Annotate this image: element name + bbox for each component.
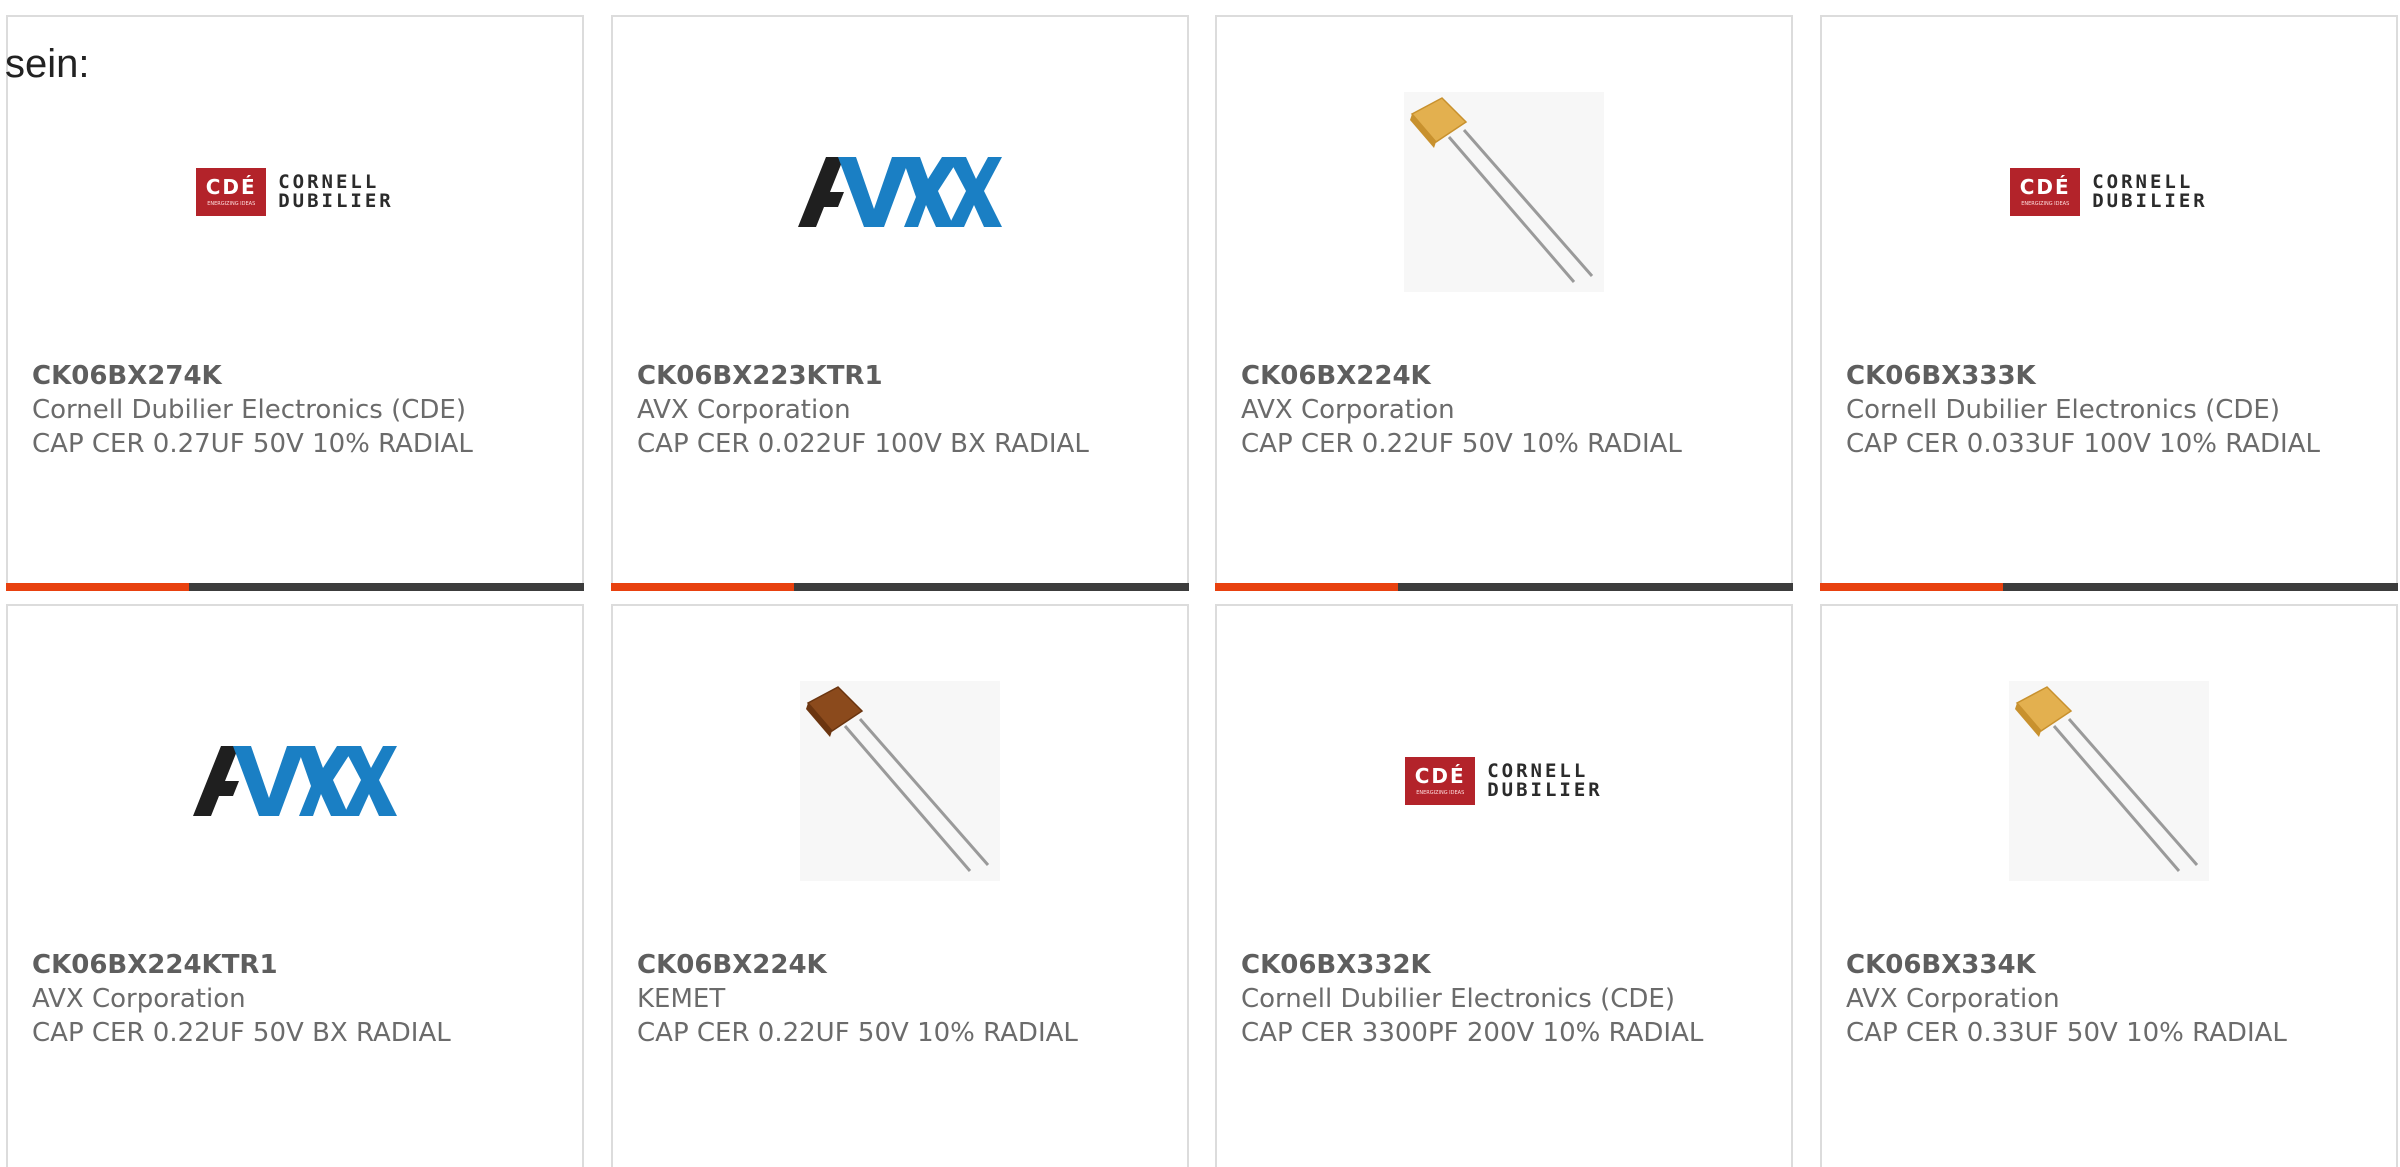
- cde-logo-tagline: ENERGIZING IDEAS: [2021, 201, 2070, 207]
- intro-text: sein:: [5, 42, 90, 86]
- card-hover-bar: [6, 583, 584, 591]
- manufacturer-name: AVX Corporation: [1846, 984, 2060, 1014]
- cde-logo-line2: DUBILIER: [278, 190, 394, 212]
- cde-logo-tagline: ENERGIZING IDEAS: [207, 201, 256, 207]
- product-image[interactable]: CDÉ ENERGIZING IDEAS CORNELL DUBILIER: [1217, 676, 1791, 886]
- cornell-dubilier-logo: CDÉ ENERGIZING IDEAS CORNELL DUBILIER: [1405, 757, 1603, 805]
- capacitor-photo: [2009, 681, 2209, 881]
- manufacturer-name: Cornell Dubilier Electronics (CDE): [32, 395, 466, 425]
- manufacturer-name: KEMET: [637, 984, 726, 1014]
- product-info: CK06BX223KTR1 AVX Corporation CAP CER 0.02…: [637, 359, 1163, 461]
- product-grid-page: sein: CDÉ ENERGIZING IDEAS CORNELL DUBILIER…: [0, 0, 2400, 1167]
- product-info: CK06BX224K KEMET CAP CER 0.22UF 50V 10% RA…: [637, 948, 1163, 1050]
- cornell-dubilier-logo: CDÉ ENERGIZING IDEAS CORNELL DUBILIER: [196, 168, 394, 216]
- cde-logo-line2: DUBILIER: [2092, 190, 2208, 212]
- card-hover-bar: [611, 583, 1189, 591]
- product-description: CAP CER 0.022UF 100V BX RADIAL: [637, 429, 1089, 459]
- capacitor-photo: [1404, 92, 1604, 292]
- product-image[interactable]: [1822, 676, 2396, 886]
- product-description: CAP CER 0.27UF 50V 10% RADIAL: [32, 429, 473, 459]
- cde-logo-tagline: ENERGIZING IDEAS: [1416, 790, 1465, 796]
- manufacturer-name: AVX Corporation: [32, 984, 246, 1014]
- product-image[interactable]: CDÉ ENERGIZING IDEAS CORNELL DUBILIER: [1822, 87, 2396, 297]
- cde-logo-mark: CDÉ: [1414, 764, 1466, 788]
- capacitor-photo: [800, 681, 1000, 881]
- part-number[interactable]: CK06BX333K: [1846, 359, 2372, 393]
- product-description: CAP CER 0.22UF 50V 10% RADIAL: [637, 1018, 1078, 1048]
- cde-logo-box: CDÉ ENERGIZING IDEAS: [1405, 757, 1476, 805]
- product-image[interactable]: [8, 676, 582, 886]
- product-image[interactable]: [1217, 87, 1791, 297]
- product-info: CK06BX334K AVX Corporation CAP CER 0.33UF …: [1846, 948, 2372, 1050]
- manufacturer-name: Cornell Dubilier Electronics (CDE): [1846, 395, 2280, 425]
- product-card[interactable]: CK06BX224K KEMET CAP CER 0.22UF 50V 10% RA…: [611, 604, 1189, 1167]
- product-description: CAP CER 0.22UF 50V BX RADIAL: [32, 1018, 451, 1048]
- product-info: CK06BX224K AVX Corporation CAP CER 0.22UF …: [1241, 359, 1767, 461]
- product-card[interactable]: CK06BX224K AVX Corporation CAP CER 0.22UF …: [1215, 15, 1793, 591]
- card-accent-bar: [1820, 583, 2003, 591]
- product-image[interactable]: [613, 676, 1187, 886]
- product-card[interactable]: CDÉ ENERGIZING IDEAS CORNELL DUBILIER CK06BX…: [6, 15, 584, 591]
- product-card[interactable]: CK06BX224KTR1 AVX Corporation CAP CER 0.22…: [6, 604, 584, 1167]
- part-number[interactable]: CK06BX224KTR1: [32, 948, 558, 982]
- product-description: CAP CER 0.033UF 100V 10% RADIAL: [1846, 429, 2320, 459]
- product-description: CAP CER 0.33UF 50V 10% RADIAL: [1846, 1018, 2287, 1048]
- part-number[interactable]: CK06BX332K: [1241, 948, 1767, 982]
- part-number[interactable]: CK06BX224K: [1241, 359, 1767, 393]
- cde-logo-mark: CDÉ: [2019, 175, 2071, 199]
- cde-logo-box: CDÉ ENERGIZING IDEAS: [2010, 168, 2081, 216]
- part-number[interactable]: CK06BX223KTR1: [637, 359, 1163, 393]
- product-image[interactable]: CDÉ ENERGIZING IDEAS CORNELL DUBILIER: [8, 87, 582, 297]
- product-info: CK06BX332K Cornell Dubilier Electronics (…: [1241, 948, 1767, 1050]
- product-info: CK06BX224KTR1 AVX Corporation CAP CER 0.22…: [32, 948, 558, 1050]
- product-card[interactable]: CK06BX223KTR1 AVX Corporation CAP CER 0.02…: [611, 15, 1189, 591]
- product-info: CK06BX274K Cornell Dubilier Electronics (…: [32, 359, 558, 461]
- manufacturer-name: Cornell Dubilier Electronics (CDE): [1241, 984, 1675, 1014]
- cde-logo-box: CDÉ ENERGIZING IDEAS: [196, 168, 267, 216]
- product-image[interactable]: [613, 87, 1187, 297]
- card-accent-bar: [6, 583, 189, 591]
- product-description: CAP CER 0.22UF 50V 10% RADIAL: [1241, 429, 1682, 459]
- part-number[interactable]: CK06BX224K: [637, 948, 1163, 982]
- product-info: CK06BX333K Cornell Dubilier Electronics (…: [1846, 359, 2372, 461]
- manufacturer-name: AVX Corporation: [1241, 395, 1455, 425]
- card-accent-bar: [611, 583, 794, 591]
- avx-logo: [798, 157, 1002, 227]
- cde-logo-mark: CDÉ: [205, 175, 257, 199]
- product-description: CAP CER 3300PF 200V 10% RADIAL: [1241, 1018, 1704, 1048]
- card-hover-bar: [1820, 583, 2398, 591]
- avx-logo: [193, 746, 397, 816]
- part-number[interactable]: CK06BX334K: [1846, 948, 2372, 982]
- card-hover-bar: [1215, 583, 1793, 591]
- part-number[interactable]: CK06BX274K: [32, 359, 558, 393]
- cde-logo-line2: DUBILIER: [1487, 779, 1603, 801]
- cde-logo-wordmark: CORNELL DUBILIER: [278, 173, 394, 211]
- card-accent-bar: [1215, 583, 1398, 591]
- product-card[interactable]: CDÉ ENERGIZING IDEAS CORNELL DUBILIER CK06BX…: [1820, 15, 2398, 591]
- manufacturer-name: AVX Corporation: [637, 395, 851, 425]
- cornell-dubilier-logo: CDÉ ENERGIZING IDEAS CORNELL DUBILIER: [2010, 168, 2208, 216]
- cde-logo-wordmark: CORNELL DUBILIER: [2092, 173, 2208, 211]
- product-card[interactable]: CDÉ ENERGIZING IDEAS CORNELL DUBILIER CK06BX…: [1215, 604, 1793, 1167]
- cde-logo-wordmark: CORNELL DUBILIER: [1487, 762, 1603, 800]
- product-card[interactable]: CK06BX334K AVX Corporation CAP CER 0.33UF …: [1820, 604, 2398, 1167]
